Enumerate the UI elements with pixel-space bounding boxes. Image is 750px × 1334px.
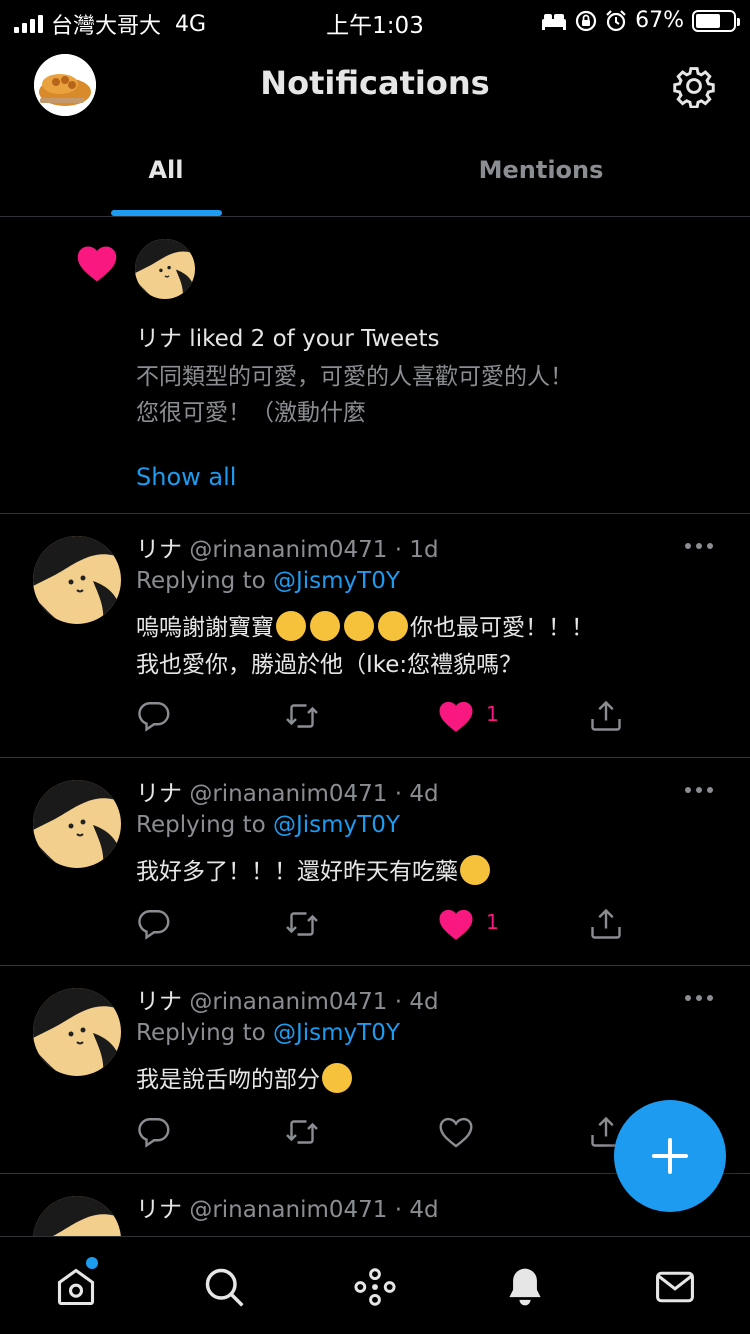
status-bar: 台灣大哥大 4G 上午1:03 67%: [0, 0, 750, 40]
messages-icon[interactable]: [653, 1265, 697, 1309]
tweet-header: リナ @rinananim0471 · 1d: [136, 530, 439, 564]
tweet-text: 我好多了！！！還好昨天有吃藥: [136, 854, 696, 891]
more-icon[interactable]: [684, 786, 714, 794]
reply-icon[interactable]: [136, 698, 172, 734]
avatar[interactable]: [135, 239, 195, 299]
preview-line: 您很可愛！（激動什麼: [136, 400, 366, 426]
author-name[interactable]: リナ: [136, 537, 182, 563]
like-count: 1: [486, 910, 499, 934]
tab-all[interactable]: All: [110, 156, 222, 184]
retweet-icon[interactable]: [284, 698, 320, 734]
gear-icon[interactable]: [672, 64, 716, 108]
loudly-crying-emoji: [276, 611, 306, 641]
author-handle: @rinananim0471 · 4d: [189, 1197, 439, 1223]
loudly-crying-emoji: [378, 611, 408, 641]
alarm-icon: [606, 9, 626, 31]
show-all-link[interactable]: Show all: [136, 463, 236, 491]
new-content-indicator: [86, 1257, 98, 1269]
author-handle: @rinananim0471 · 4d: [189, 989, 439, 1015]
search-icon[interactable]: [202, 1265, 246, 1309]
like-count: 1: [486, 702, 499, 726]
tweet-actions: 1: [136, 698, 636, 738]
replying-to: Replying to @JismyT0Y: [136, 568, 400, 594]
compose-icon: [652, 1138, 688, 1174]
tweet[interactable]: リナ @rinananim0471 · 1d Replying to @Jism…: [0, 514, 750, 758]
like-notification[interactable]: リナ liked 2 of your Tweets 不同類型的可愛，可愛的人喜歡…: [0, 217, 750, 514]
avatar[interactable]: [33, 780, 121, 868]
tweet-header: リナ @rinananim0471 · 4d: [136, 1190, 439, 1224]
mention-link[interactable]: @JismyT0Y: [273, 1020, 400, 1046]
reply-icon[interactable]: [136, 906, 172, 942]
tweet-text-segment: 我好多了！！！還好昨天有吃藥: [136, 859, 458, 885]
spaces-icon[interactable]: [353, 1265, 397, 1309]
like-summary: リナ liked 2 of your Tweets: [136, 326, 440, 352]
loudly-crying-emoji: [344, 611, 374, 641]
tweet[interactable]: リナ @rinananim0471 · 4d Replying to @Jism…: [0, 758, 750, 966]
retweet-icon[interactable]: [284, 906, 320, 942]
notifications-icon[interactable]: [503, 1265, 547, 1309]
share-icon[interactable]: [588, 698, 624, 734]
more-icon[interactable]: [684, 542, 714, 550]
replying-to-label: Replying to: [136, 1020, 273, 1046]
heart-icon[interactable]: [438, 698, 474, 734]
header: Notifications: [0, 40, 750, 130]
tweet-text-segment: 我也愛你，勝過於他（Ike:您禮貌嗎？: [136, 652, 523, 678]
compose-tweet-button[interactable]: [614, 1100, 726, 1212]
relieved-face-emoji: [460, 855, 490, 885]
avatar[interactable]: [33, 1196, 121, 1236]
home-icon[interactable]: [54, 1265, 98, 1309]
bottom-navigation: [0, 1236, 750, 1334]
loudly-crying-emoji: [310, 611, 340, 641]
tweet-text-segment: 我是說舌吻的部分: [136, 1067, 320, 1093]
notification-tabs: All Mentions: [0, 130, 750, 217]
tweet-text-segment: 你也最可愛！！！: [410, 615, 594, 641]
avatar[interactable]: [33, 988, 121, 1076]
liked-tweet-preview: 不同類型的可愛，可愛的人喜歡可愛的人！ 您很可愛！（激動什麼: [136, 359, 696, 431]
tweet-text-segment: 嗚嗚謝謝寶寶: [136, 615, 274, 641]
battery-fill: [696, 13, 721, 28]
heart-icon[interactable]: [438, 906, 474, 942]
bed-icon: [542, 13, 567, 30]
replying-to-label: Replying to: [136, 568, 273, 594]
mention-link[interactable]: @JismyT0Y: [273, 568, 400, 594]
retweet-icon[interactable]: [284, 1114, 320, 1150]
heart-icon: [77, 246, 117, 282]
share-icon[interactable]: [588, 906, 624, 942]
tweet-header: リナ @rinananim0471 · 4d: [136, 982, 439, 1016]
tweet-header: リナ @rinananim0471 · 4d: [136, 774, 439, 808]
author-name[interactable]: リナ: [136, 1197, 182, 1223]
tweet-text: 嗚嗚謝謝寶寶 你也最可愛！！！ 我也愛你，勝過於他（Ike:您禮貌嗎？: [136, 610, 696, 684]
replying-to: Replying to @JismyT0Y: [136, 812, 400, 838]
tab-mentions[interactable]: Mentions: [430, 156, 652, 184]
author-name[interactable]: リナ: [136, 781, 182, 807]
avatar[interactable]: [33, 536, 121, 624]
replying-to: Replying to @JismyT0Y: [136, 1020, 400, 1046]
tweet-text: 我是說舌吻的部分: [136, 1062, 696, 1099]
preview-line: 不同類型的可愛，可愛的人喜歡可愛的人！: [136, 364, 573, 390]
flushed-face-emoji: [322, 1063, 352, 1093]
page-title: Notifications: [260, 64, 490, 102]
battery-icon: [692, 9, 740, 32]
tweet-actions: 1: [136, 906, 636, 946]
reply-icon[interactable]: [136, 1114, 172, 1150]
more-icon[interactable]: [684, 994, 714, 1002]
heart-outline-icon[interactable]: [438, 1114, 474, 1150]
author-handle: @rinananim0471 · 1d: [189, 537, 439, 563]
replying-to-label: Replying to: [136, 812, 273, 838]
author-name[interactable]: リナ: [136, 989, 182, 1015]
mention-link[interactable]: @JismyT0Y: [273, 812, 400, 838]
author-handle: @rinananim0471 · 4d: [189, 781, 439, 807]
battery-percent: 67%: [635, 8, 684, 33]
tab-active-indicator: [111, 210, 222, 216]
tweet-actions: [136, 1114, 636, 1154]
rotation-lock-icon: [575, 10, 597, 31]
